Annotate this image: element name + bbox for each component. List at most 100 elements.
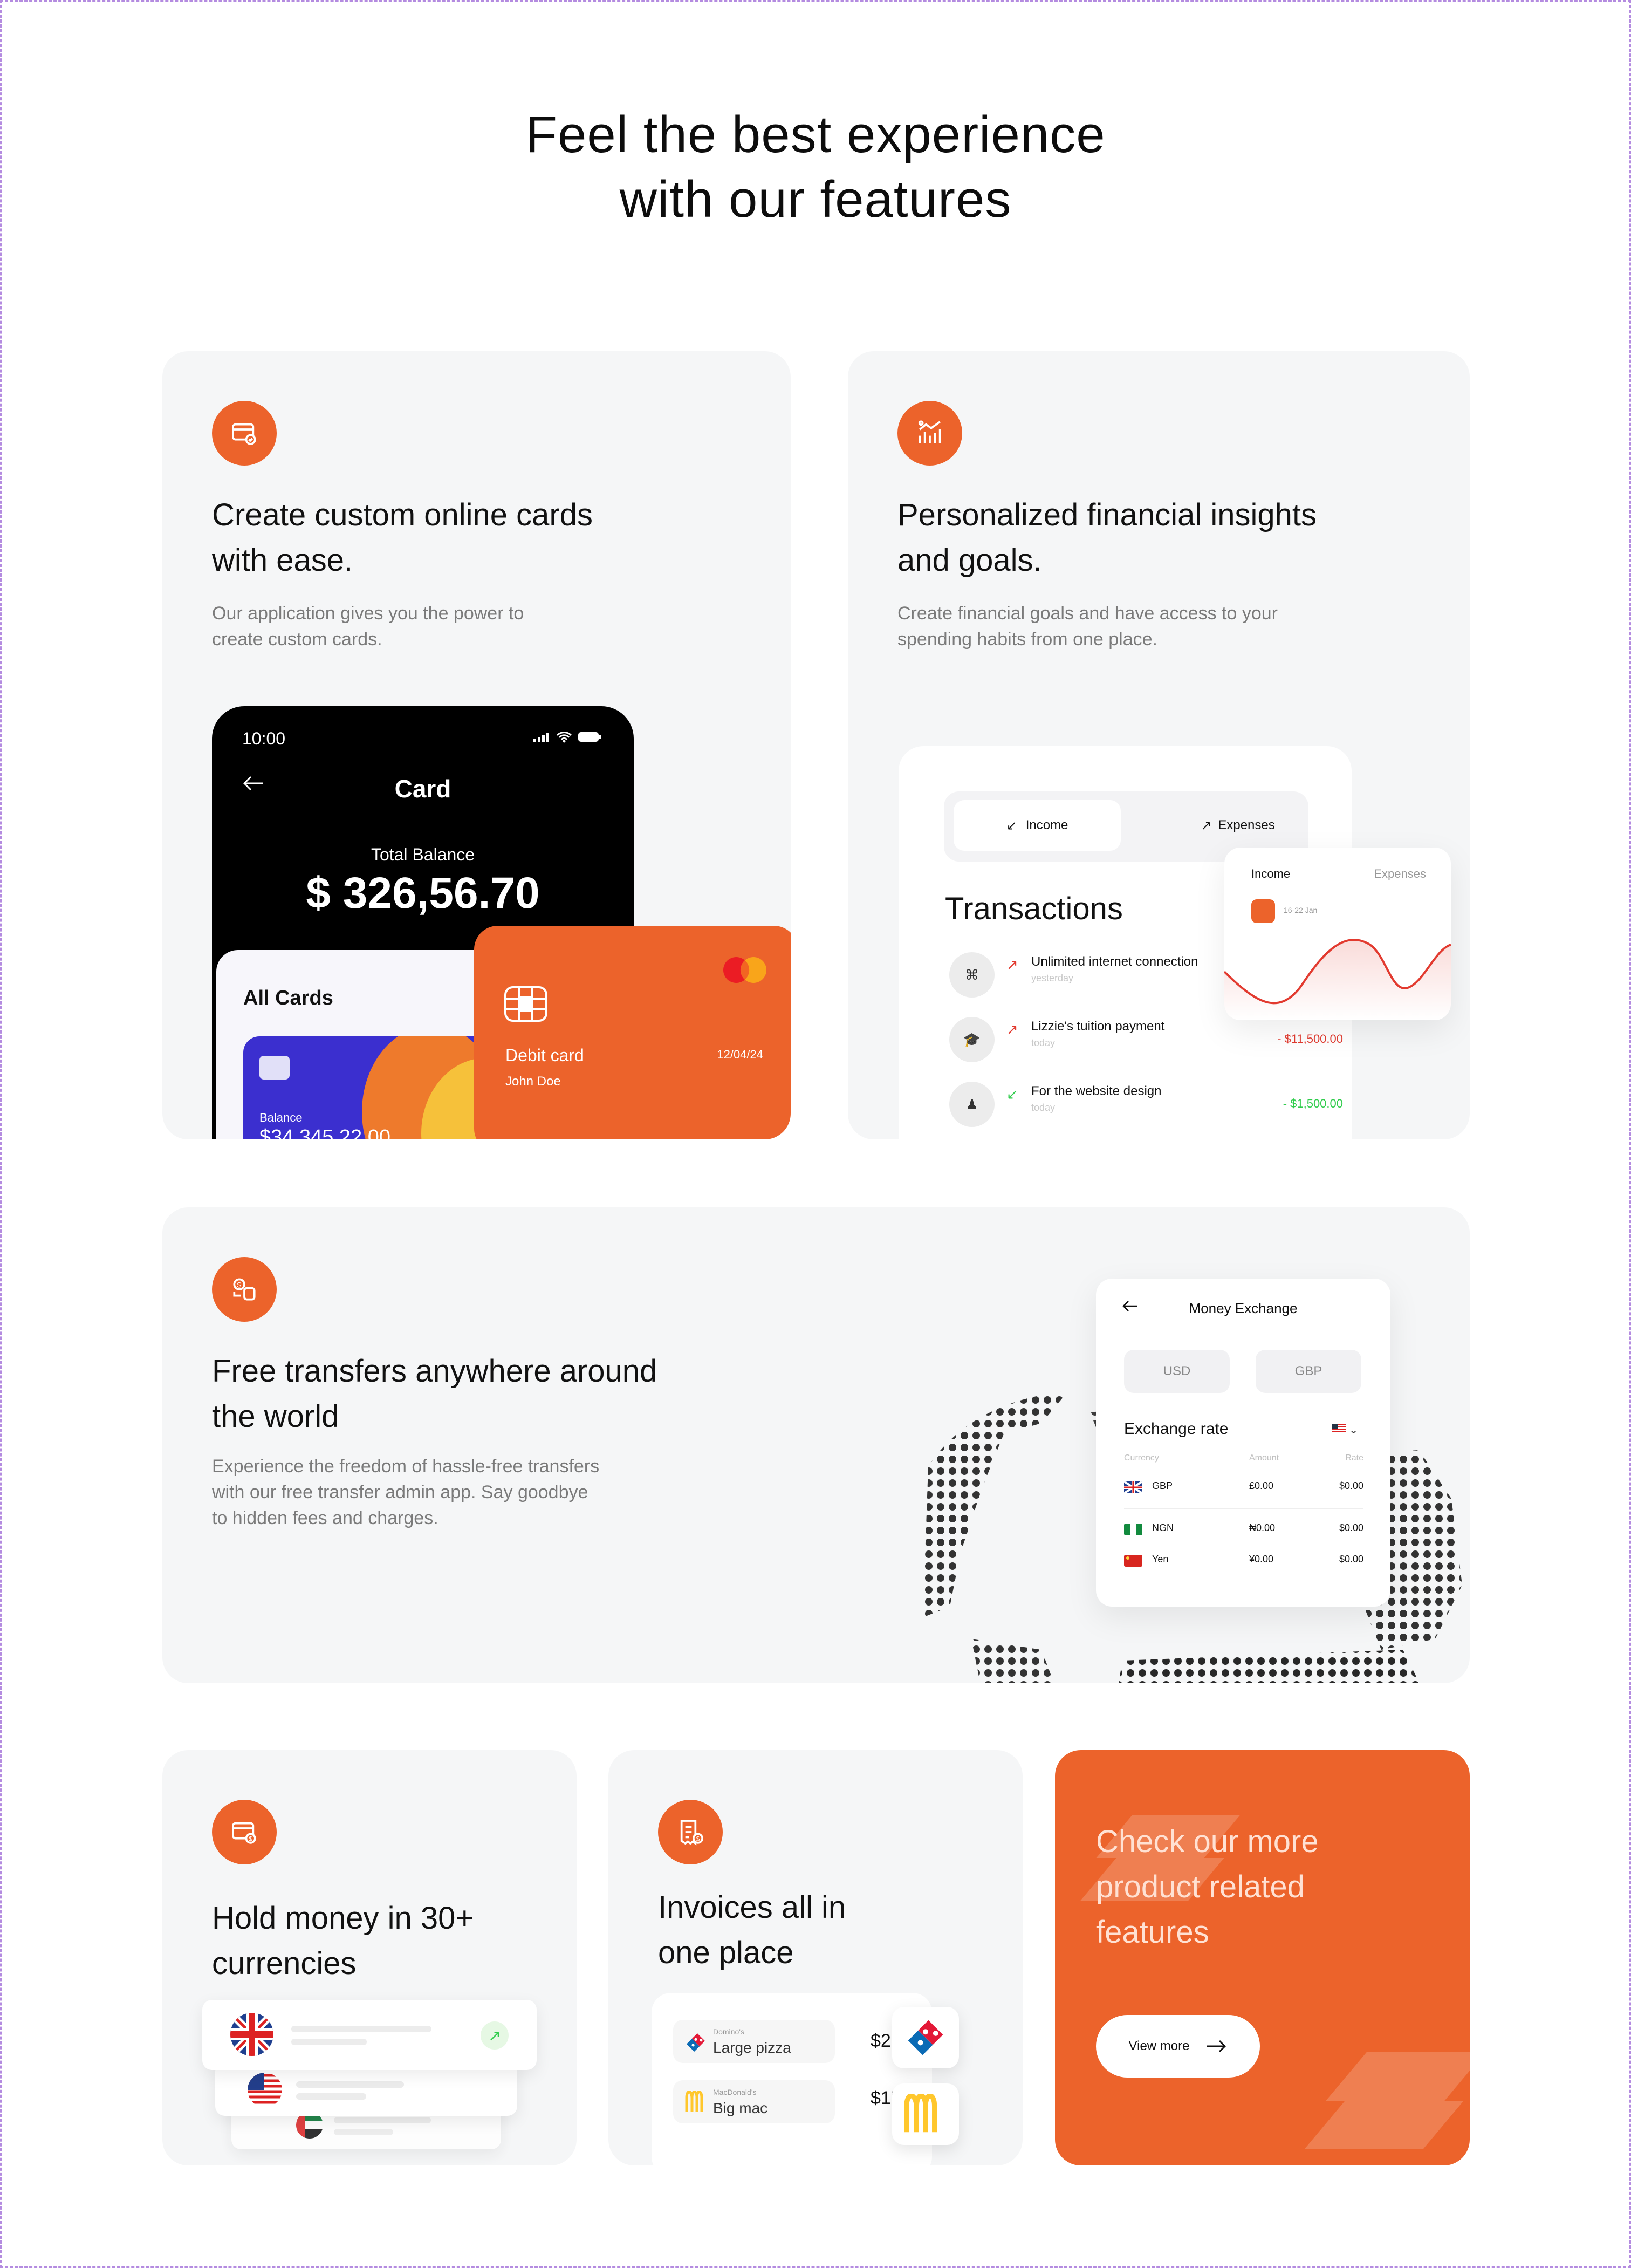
placeholder-line: [334, 2117, 431, 2123]
currency-item-gbp[interactable]: ↗: [202, 2000, 537, 2070]
debit-card-label: Debit card: [505, 1046, 584, 1065]
phone-time: 10:00: [242, 729, 286, 748]
invoice-list: Domino's Large pizza $20 MacDonald's Big…: [652, 1993, 932, 2165]
feature-title: Invoices all in one place: [658, 1885, 846, 1976]
battery-icon: [578, 732, 601, 742]
cta-card: Check our more product related features …: [1055, 1750, 1470, 2165]
feature-title: Personalized financial insights and goal…: [897, 493, 1317, 583]
currency-code: Yen: [1152, 1554, 1169, 1565]
chip-icon: [504, 986, 547, 1022]
invoice-brand: Domino's: [713, 2027, 744, 2036]
exchange-title: Money Exchange: [1189, 1300, 1298, 1316]
feature-description: Create financial goals and have access t…: [897, 600, 1278, 652]
mini-card-value: $34,345.22.00: [259, 1126, 391, 1139]
all-cards-title: All Cards: [243, 987, 333, 1009]
feature-title-line: currencies: [212, 1946, 357, 1981]
cta-title-line: features: [1096, 1915, 1209, 1950]
arrow-right-icon: [1207, 2040, 1226, 2053]
feature-title-line: Hold money in 30+: [212, 1901, 474, 1936]
china-flag-icon: [1124, 1555, 1142, 1567]
debit-card[interactable]: Debit card 12/04/24 John Doe: [474, 926, 791, 1139]
transaction-name: Lizzie's tuition payment: [1031, 1019, 1165, 1034]
cta-title: Check our more product related features: [1096, 1819, 1319, 1955]
percent-chart-icon: [897, 401, 962, 466]
us-flag-icon: [1332, 1424, 1346, 1433]
us-flag-icon: [248, 2073, 282, 2107]
uk-flag-icon: [1124, 1481, 1142, 1493]
from-currency-select[interactable]: USD: [1124, 1350, 1230, 1393]
feature-title-line: Free transfers anywhere around: [212, 1354, 657, 1389]
cta-title-line: Check our more: [1096, 1824, 1319, 1859]
feature-description-line: to hidden fees and charges.: [212, 1508, 438, 1528]
invoice-item-name: Large pizza: [713, 2039, 791, 2056]
nigeria-flag-icon: [1124, 1524, 1142, 1535]
headline-line-1: Feel the best experience: [525, 106, 1106, 163]
transaction-name: For the website design: [1031, 1084, 1162, 1098]
chip-icon: [259, 1056, 290, 1080]
tab-income[interactable]: ↙ Income: [954, 800, 1121, 851]
currency-code: GBP: [1152, 1480, 1173, 1491]
invoice-item[interactable]: Domino's Large pizza: [673, 2020, 835, 2063]
feature-title-line: Invoices all in: [658, 1890, 846, 1925]
mcdonalds-logo-icon: [892, 2083, 959, 2145]
dominos-logo-icon: [687, 2033, 705, 2052]
view-more-button[interactable]: View more: [1096, 2015, 1260, 2078]
mcdonalds-logo-icon: [685, 2091, 703, 2112]
currency-item-usd[interactable]: [215, 2062, 517, 2116]
col-rate: Rate: [1345, 1453, 1363, 1463]
total-balance-value: $ 326,56.70: [306, 869, 540, 918]
transaction-row[interactable]: 🎓 ↗ Lizzie's tuition payment today - $11…: [949, 1017, 1348, 1065]
feature-title: Create custom online cards with ease.: [212, 493, 593, 583]
arrow-down-left-icon: ↙: [1006, 1086, 1018, 1102]
feature-title-line: Create custom online cards: [212, 497, 593, 532]
cta-title-line: product related: [1096, 1869, 1305, 1904]
col-currency: Currency: [1124, 1453, 1159, 1463]
arrow-up-right-icon: ↗: [1006, 957, 1018, 973]
invoice-item[interactable]: MacDonald's Big mac: [673, 2080, 835, 2123]
arrow-up-right-icon: ↗: [1006, 1021, 1018, 1037]
transaction-time: today: [1031, 1102, 1056, 1113]
dominos-logo-icon: [892, 2007, 959, 2068]
wifi-icon: [556, 732, 572, 743]
debit-card-holder: John Doe: [505, 1074, 561, 1089]
graduation-cap-icon: 🎓: [949, 1017, 995, 1062]
decorative-stripe: [1304, 2101, 1464, 2149]
feature-description-line: Experience the freedom of hassle-free tr…: [212, 1456, 600, 1477]
currency-flag-dropdown[interactable]: ⌄: [1332, 1423, 1358, 1437]
placeholder-line: [291, 2026, 431, 2032]
col-amount: Amount: [1249, 1453, 1279, 1463]
money-exchange-widget: Money Exchange USD GBP Exchange rate ⌄ C…: [1096, 1279, 1390, 1607]
phone-status-icons: [533, 731, 601, 743]
feature-card-insights: Personalized financial insights and goal…: [848, 351, 1470, 1139]
currency-rate: $0.00: [1339, 1522, 1363, 1533]
tab-expenses[interactable]: ↗ Expenses: [1170, 800, 1305, 851]
chart-tab-income[interactable]: Income: [1251, 867, 1290, 881]
exchange-rate-title: Exchange rate: [1124, 1420, 1229, 1438]
currency-rate: $0.00: [1339, 1554, 1363, 1565]
currency-amount: ¥0.00: [1249, 1554, 1274, 1565]
chevron-down-icon: ⌄: [1349, 1424, 1358, 1436]
currency-code: NGN: [1152, 1522, 1174, 1533]
feature-card-currencies: $ Hold money in 30+ currencies ↗: [162, 1750, 577, 2165]
transaction-row[interactable]: ♟ ↙ For the website design today - $1,50…: [949, 1082, 1348, 1130]
decorative-stripe: [1326, 2052, 1470, 2101]
transactions-title: Transactions: [945, 891, 1123, 926]
card-settings-icon: [212, 401, 277, 466]
wallet-dollar-icon: $: [212, 1800, 277, 1864]
design-icon: ♟: [949, 1082, 995, 1127]
to-currency-select[interactable]: GBP: [1256, 1350, 1361, 1393]
feature-title-line: and goals.: [897, 543, 1042, 578]
transfer-icon: $: [212, 1257, 277, 1322]
feature-title-line: the world: [212, 1399, 339, 1434]
mini-card[interactable]: Balance $34,345.22.00: [243, 1036, 513, 1139]
total-balance-label: Total Balance: [371, 845, 475, 864]
tab-income-label: Income: [1025, 818, 1068, 832]
feature-description-line: spending habits from one place.: [897, 629, 1157, 650]
divider: [1124, 1508, 1363, 1509]
chart-tab-expenses[interactable]: Expenses: [1374, 867, 1426, 881]
svg-text:$: $: [237, 1281, 241, 1289]
feature-description: Our application gives you the power to c…: [212, 600, 524, 652]
transaction-amount: - $1,500.00: [1283, 1097, 1343, 1110]
arrow-down-left-icon: ↙: [1006, 818, 1017, 833]
currency-amount: £0.00: [1249, 1480, 1274, 1491]
